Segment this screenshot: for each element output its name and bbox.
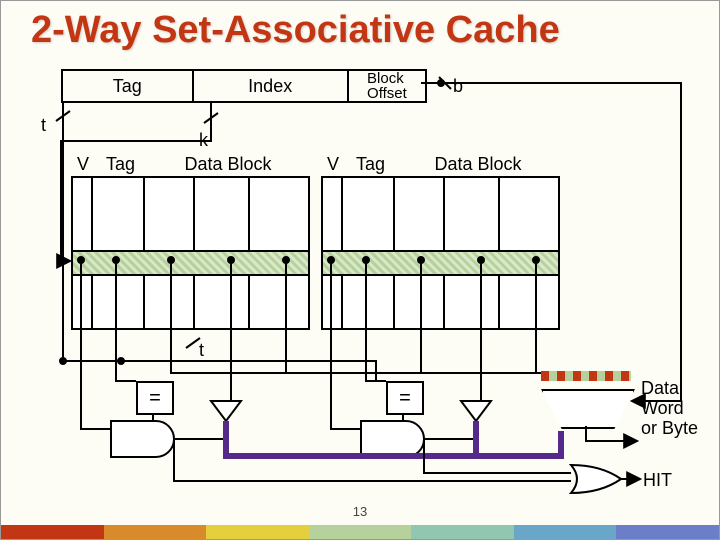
col-data-block: Data Block	[148, 154, 308, 175]
comparator-way1: =	[386, 381, 424, 415]
hit-label: HIT	[643, 471, 672, 491]
col-tag: Tag	[343, 154, 398, 175]
col-v: V	[323, 154, 343, 175]
bitwidth-k: k	[199, 131, 208, 151]
col-tag: Tag	[93, 154, 148, 175]
selected-set-row	[321, 250, 560, 276]
cache-way-0: V Tag Data Block	[71, 176, 310, 330]
slide-title: 2-Way Set-Associative Cache	[31, 9, 560, 52]
addr-field-tag: Tag	[63, 71, 194, 101]
addr-field-index: Index	[194, 71, 349, 101]
mux	[541, 371, 631, 429]
address-box: Tag Index Block Offset	[61, 69, 427, 103]
col-data-block: Data Block	[398, 154, 558, 175]
col-v: V	[73, 154, 93, 175]
bitwidth-b: b	[453, 77, 463, 97]
cache-way-1: V Tag Data Block	[321, 176, 560, 330]
bitwidth-t2: t	[199, 341, 204, 361]
output-label: Data Word or Byte	[641, 379, 698, 438]
selected-set-row	[71, 250, 310, 276]
addr-field-block-offset: Block Offset	[349, 71, 425, 101]
mux-inputs	[541, 371, 631, 381]
accent-bar	[1, 525, 719, 539]
bitwidth-t: t	[41, 116, 46, 136]
comparator-way0: =	[136, 381, 174, 415]
page-number: 13	[1, 504, 719, 519]
mux-body	[541, 389, 635, 429]
